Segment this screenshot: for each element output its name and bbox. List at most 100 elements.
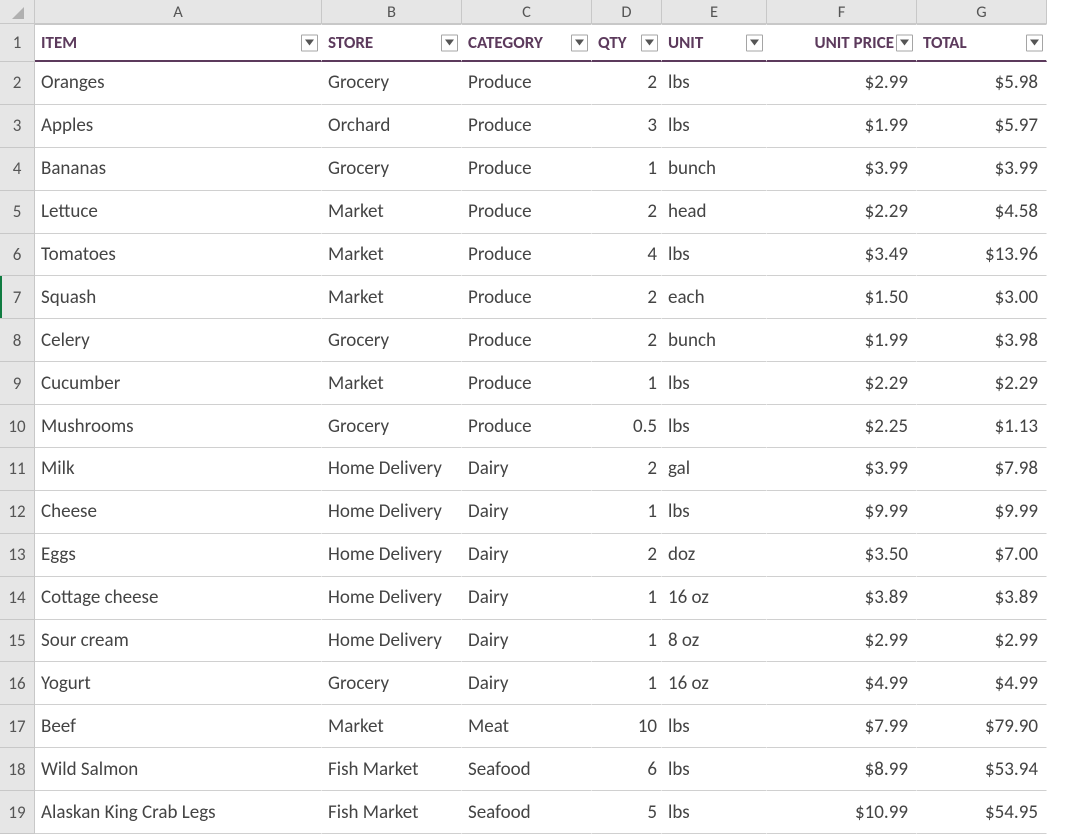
cell-item[interactable]: Bananas bbox=[35, 148, 322, 191]
cell-unit-price[interactable]: $7.99 bbox=[767, 705, 917, 748]
cell-category[interactable]: Produce bbox=[462, 362, 592, 405]
cell-unit[interactable]: lbs bbox=[662, 234, 767, 277]
header-qty[interactable]: QTY bbox=[592, 24, 662, 62]
col-header-c[interactable]: C bbox=[462, 0, 592, 24]
cell-item[interactable]: Cheese bbox=[35, 491, 322, 534]
cell-unit-price[interactable]: $3.99 bbox=[767, 148, 917, 191]
row-header[interactable]: 18 bbox=[0, 748, 35, 791]
cell-store[interactable]: Fish Market bbox=[322, 791, 462, 834]
row-header[interactable]: 7 bbox=[0, 276, 35, 319]
cell-category[interactable]: Dairy bbox=[462, 577, 592, 620]
cell-qty[interactable]: 0.5 bbox=[592, 405, 662, 448]
cell-total[interactable]: $7.98 bbox=[917, 448, 1047, 491]
cell-item[interactable]: Mushrooms bbox=[35, 405, 322, 448]
cell-qty[interactable]: 2 bbox=[592, 276, 662, 319]
col-header-a[interactable]: A bbox=[35, 0, 322, 24]
cell-store[interactable]: Orchard bbox=[322, 105, 462, 148]
cell-unit[interactable]: bunch bbox=[662, 148, 767, 191]
cell-unit-price[interactable]: $2.25 bbox=[767, 405, 917, 448]
cell-qty[interactable]: 2 bbox=[592, 191, 662, 234]
header-unit[interactable]: UNIT bbox=[662, 24, 767, 62]
cell-category[interactable]: Meat bbox=[462, 705, 592, 748]
cell-total[interactable]: $4.58 bbox=[917, 191, 1047, 234]
cell-unit[interactable]: bunch bbox=[662, 319, 767, 362]
row-header[interactable]: 11 bbox=[0, 448, 35, 491]
cell-store[interactable]: Market bbox=[322, 276, 462, 319]
cell-category[interactable]: Produce bbox=[462, 191, 592, 234]
cell-unit-price[interactable]: $1.99 bbox=[767, 105, 917, 148]
cell-qty[interactable]: 1 bbox=[592, 148, 662, 191]
cell-item[interactable]: Oranges bbox=[35, 62, 322, 105]
cell-item[interactable]: Beef bbox=[35, 705, 322, 748]
cell-qty[interactable]: 2 bbox=[592, 534, 662, 577]
select-all-corner[interactable] bbox=[0, 0, 35, 24]
header-total[interactable]: TOTAL bbox=[917, 24, 1047, 62]
cell-store[interactable]: Home Delivery bbox=[322, 577, 462, 620]
row-header[interactable]: 5 bbox=[0, 191, 35, 234]
cell-unit-price[interactable]: $3.89 bbox=[767, 577, 917, 620]
cell-total[interactable]: $2.29 bbox=[917, 362, 1047, 405]
row-header[interactable]: 8 bbox=[0, 319, 35, 362]
cell-qty[interactable]: 2 bbox=[592, 319, 662, 362]
cell-unit-price[interactable]: $1.99 bbox=[767, 319, 917, 362]
cell-qty[interactable]: 2 bbox=[592, 62, 662, 105]
cell-total[interactable]: $79.90 bbox=[917, 705, 1047, 748]
cell-item[interactable]: Cucumber bbox=[35, 362, 322, 405]
cell-total[interactable]: $4.99 bbox=[917, 662, 1047, 705]
row-header[interactable]: 10 bbox=[0, 405, 35, 448]
cell-qty[interactable]: 3 bbox=[592, 105, 662, 148]
cell-store[interactable]: Home Delivery bbox=[322, 491, 462, 534]
cell-category[interactable]: Dairy bbox=[462, 662, 592, 705]
filter-dropdown-icon[interactable] bbox=[571, 34, 588, 51]
cell-unit[interactable]: lbs bbox=[662, 748, 767, 791]
cell-store[interactable]: Grocery bbox=[322, 62, 462, 105]
cell-item[interactable]: Squash bbox=[35, 276, 322, 319]
filter-dropdown-icon[interactable] bbox=[1026, 34, 1043, 51]
cell-item[interactable]: Yogurt bbox=[35, 662, 322, 705]
row-header[interactable]: 14 bbox=[0, 577, 35, 620]
cell-store[interactable]: Home Delivery bbox=[322, 620, 462, 663]
cell-qty[interactable]: 5 bbox=[592, 791, 662, 834]
cell-unit-price[interactable]: $9.99 bbox=[767, 491, 917, 534]
cell-qty[interactable]: 4 bbox=[592, 234, 662, 277]
cell-qty[interactable]: 1 bbox=[592, 662, 662, 705]
cell-total[interactable]: $3.89 bbox=[917, 577, 1047, 620]
cell-total[interactable]: $54.95 bbox=[917, 791, 1047, 834]
header-item[interactable]: ITEM bbox=[35, 24, 322, 62]
row-header-1[interactable]: 1 bbox=[0, 24, 35, 62]
row-header[interactable]: 16 bbox=[0, 662, 35, 705]
cell-item[interactable]: Tomatoes bbox=[35, 234, 322, 277]
cell-category[interactable]: Dairy bbox=[462, 534, 592, 577]
cell-category[interactable]: Produce bbox=[462, 148, 592, 191]
filter-dropdown-icon[interactable] bbox=[746, 34, 763, 51]
cell-category[interactable]: Produce bbox=[462, 405, 592, 448]
cell-total[interactable]: $7.00 bbox=[917, 534, 1047, 577]
cell-unit[interactable]: gal bbox=[662, 448, 767, 491]
cell-item[interactable]: Cottage cheese bbox=[35, 577, 322, 620]
cell-unit[interactable]: lbs bbox=[662, 62, 767, 105]
filter-dropdown-icon[interactable] bbox=[441, 34, 458, 51]
filter-dropdown-icon[interactable] bbox=[641, 34, 658, 51]
cell-unit[interactable]: lbs bbox=[662, 791, 767, 834]
col-header-f[interactable]: F bbox=[767, 0, 917, 24]
cell-store[interactable]: Market bbox=[322, 234, 462, 277]
cell-store[interactable]: Home Delivery bbox=[322, 534, 462, 577]
cell-item[interactable]: Sour cream bbox=[35, 620, 322, 663]
cell-store[interactable]: Market bbox=[322, 705, 462, 748]
cell-total[interactable]: $3.98 bbox=[917, 319, 1047, 362]
cell-unit[interactable]: lbs bbox=[662, 362, 767, 405]
row-header[interactable]: 17 bbox=[0, 705, 35, 748]
cell-category[interactable]: Dairy bbox=[462, 491, 592, 534]
cell-item[interactable]: Alaskan King Crab Legs bbox=[35, 791, 322, 834]
cell-store[interactable]: Market bbox=[322, 362, 462, 405]
cell-qty[interactable]: 6 bbox=[592, 748, 662, 791]
cell-store[interactable]: Market bbox=[322, 191, 462, 234]
col-header-g[interactable]: G bbox=[917, 0, 1047, 24]
cell-total[interactable]: $2.99 bbox=[917, 620, 1047, 663]
filter-dropdown-icon[interactable] bbox=[301, 34, 318, 51]
cell-item[interactable]: Celery bbox=[35, 319, 322, 362]
cell-unit-price[interactable]: $2.29 bbox=[767, 362, 917, 405]
cell-category[interactable]: Seafood bbox=[462, 748, 592, 791]
cell-category[interactable]: Seafood bbox=[462, 791, 592, 834]
cell-category[interactable]: Produce bbox=[462, 276, 592, 319]
